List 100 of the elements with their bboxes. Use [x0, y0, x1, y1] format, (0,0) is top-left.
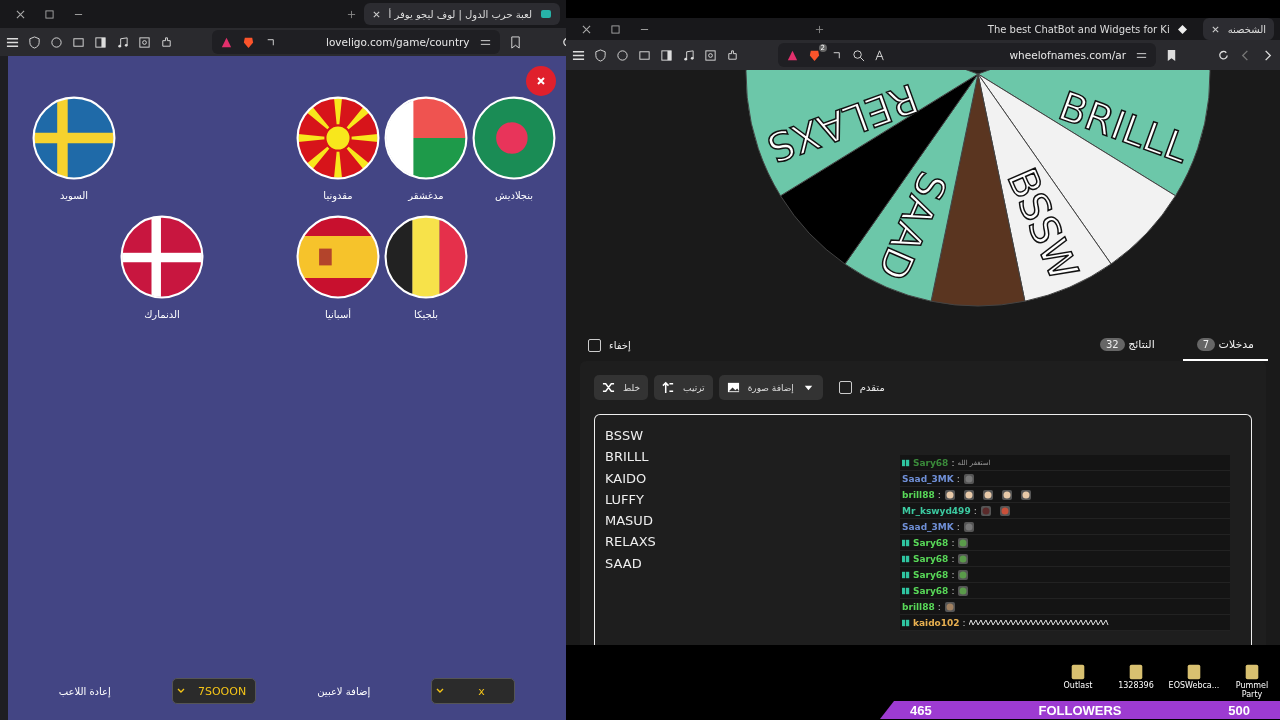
segment-label: SAAD — [868, 165, 956, 287]
entry-text: BRILLL — [605, 448, 649, 467]
new-tab-icon[interactable] — [346, 9, 356, 19]
close-icon — [536, 76, 546, 86]
menu-icon[interactable] — [572, 48, 585, 62]
chat-separator: : — [951, 457, 955, 468]
chat-separator: : — [951, 585, 955, 596]
site-icon — [540, 8, 552, 20]
country-name: بنجلاديش — [494, 190, 534, 201]
file-icon[interactable] — [1069, 663, 1087, 681]
chat-username: brill88 — [902, 489, 935, 500]
chat-separator: : — [962, 617, 966, 628]
extensions-icon[interactable] — [726, 48, 739, 62]
menu-icon[interactable] — [6, 35, 19, 49]
emote-icon — [943, 488, 956, 501]
country-name: أسبانيا — [324, 309, 352, 320]
hide-checkbox[interactable]: إخفاء — [578, 339, 641, 352]
entry-text: RELAXS — [605, 533, 656, 552]
action-link[interactable]: إعادة اللاعب — [58, 685, 111, 697]
shortcut-label[interactable]: Outlast — [1063, 681, 1093, 690]
bookmark-icon[interactable] — [508, 35, 522, 49]
reload-icon[interactable] — [1217, 48, 1230, 62]
player-select[interactable]: x — [431, 678, 516, 704]
chat-username: kaido102 — [913, 617, 960, 628]
shortcut-label[interactable]: 1328396 — [1118, 681, 1154, 690]
shortcut-label[interactable]: EOSWebca... — [1168, 681, 1220, 690]
country-name: الدنمارك — [144, 309, 180, 320]
close-icon[interactable] — [16, 9, 25, 19]
entry-text: MASUD — [605, 512, 653, 531]
scribble-icon — [968, 618, 1109, 627]
image-icon — [726, 381, 740, 394]
close-icon[interactable] — [582, 24, 591, 34]
chat-username: brill88 — [902, 601, 935, 612]
advanced-checkbox[interactable]: متقدم — [828, 381, 895, 394]
file-icon[interactable] — [1127, 663, 1145, 681]
chat-username: Sary68 — [913, 569, 949, 580]
zoom-icon[interactable] — [852, 48, 865, 62]
emote-icon — [957, 584, 970, 597]
chat-username: Sary68 — [913, 585, 949, 596]
emote-icon — [943, 600, 956, 613]
browser-tab[interactable]: لعبة حرب الدول | لوف ليجو يوفر أ — [363, 3, 560, 25]
bookmark-icon[interactable] — [1165, 48, 1178, 62]
sidebar-icon[interactable] — [94, 35, 107, 49]
url-text: wheelofnames.com/ar — [1009, 49, 1126, 61]
entry-text: LUFFY — [605, 490, 644, 509]
action-link[interactable]: إضافة لاعبين — [317, 685, 371, 697]
entry-text: SAAD — [605, 554, 642, 573]
close-tab-icon[interactable] — [1210, 24, 1220, 34]
chat-username: Sary68 — [913, 553, 949, 564]
shield-icon[interactable] — [28, 35, 41, 49]
extensions-icon[interactable] — [160, 35, 173, 49]
emote-icon — [962, 520, 975, 533]
country-name: السويد — [60, 190, 88, 201]
chat-separator: : — [951, 553, 955, 564]
triangle-icon[interactable] — [786, 48, 799, 62]
chat-username: Saad_3MK — [902, 521, 954, 532]
flag-icon[interactable] — [384, 215, 468, 299]
sidebar-icon[interactable] — [660, 48, 673, 62]
chat-separator: : — [956, 521, 960, 532]
emote-icon — [957, 568, 970, 581]
screenshot-icon[interactable] — [138, 35, 151, 49]
chat-username: Saad_3MK — [902, 473, 954, 484]
caret-icon — [177, 688, 186, 694]
chat-separator: : — [937, 601, 941, 612]
close-button[interactable] — [526, 66, 556, 96]
emote-icon — [979, 504, 992, 517]
browser-tab[interactable]: The best ChatBot and Widgets for Ki — [979, 18, 1195, 40]
url-text: loveligo.com/game/country — [326, 36, 470, 48]
tool-button[interactable]: إضافة صورة — [718, 375, 823, 400]
emote-icon — [998, 504, 1011, 517]
chat-separator: : — [956, 473, 960, 484]
chat-separator: : — [973, 505, 977, 516]
maximize-icon[interactable] — [45, 9, 54, 19]
maximize-icon[interactable] — [611, 24, 620, 34]
new-tab-icon[interactable] — [814, 24, 824, 34]
music-icon[interactable] — [116, 35, 129, 49]
shortcut-label[interactable]: Pummel Party — [1228, 681, 1276, 699]
emote-icon — [1000, 488, 1013, 501]
file-icon[interactable] — [1185, 663, 1203, 681]
country-name: مدغشقر — [408, 190, 444, 201]
goal-label: FOLLOWERS — [1038, 702, 1122, 718]
player-select[interactable]: 7SOOON — [172, 678, 257, 704]
entry-text: BSSW — [605, 427, 644, 445]
goal-count: 500 — [1228, 702, 1250, 718]
emote-icon — [962, 472, 975, 485]
address-bar[interactable]: loveligo.com/game/country — [212, 30, 500, 54]
music-icon[interactable] — [682, 48, 695, 62]
entry-text: KAIDO — [605, 469, 647, 488]
triangle-icon[interactable] — [220, 35, 233, 49]
chat-separator: : — [951, 569, 955, 580]
browser-tab[interactable]: الشخصنه — [1202, 18, 1274, 40]
file-icon[interactable] — [1243, 663, 1261, 681]
close-tab-icon[interactable] — [371, 9, 381, 19]
emote-icon — [981, 488, 994, 501]
translate-icon[interactable] — [874, 48, 887, 62]
tool-button[interactable]: خلط — [594, 375, 649, 400]
screenshot-icon[interactable] — [704, 48, 717, 62]
tool-button[interactable]: ترتيب — [654, 375, 713, 400]
chat-username: Sary68 — [913, 537, 949, 548]
shield-icon[interactable] — [594, 48, 607, 62]
